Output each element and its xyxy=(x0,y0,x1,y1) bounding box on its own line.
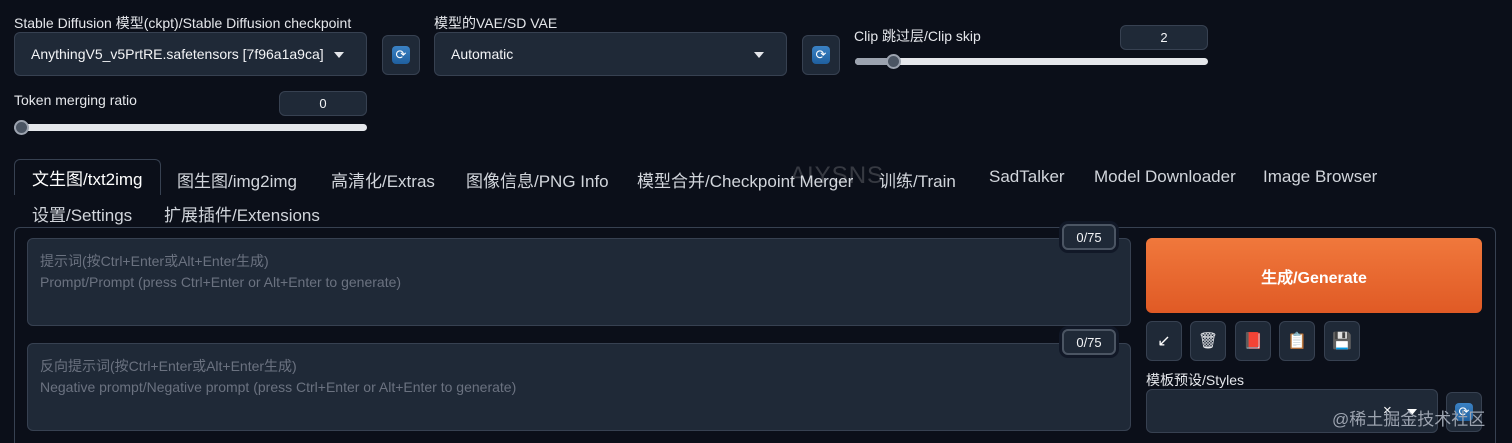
styles-label: 模板预设/Styles xyxy=(1146,372,1245,388)
checkpoint-label: Stable Diffusion 模型(ckpt)/Stable Diffusi… xyxy=(14,15,352,31)
tab-sadtalker[interactable]: SadTalker xyxy=(989,167,1065,187)
checkpoint-dropdown[interactable]: AnythingV5_v5PrtRE.safetensors [7f96a1a9… xyxy=(14,32,367,76)
vae-value: Automatic xyxy=(451,46,514,62)
checkpoint-value: AnythingV5_v5PrtRE.safetensors [7f96a1a9… xyxy=(31,46,324,62)
token-merging-slider[interactable] xyxy=(14,120,367,135)
tab-extras[interactable]: 高清化/Extras xyxy=(331,167,435,192)
negative-prompt-placeholder-line1: 反向提示词(按Ctrl+Enter或Alt+Enter生成) xyxy=(40,358,297,374)
negative-prompt-placeholder-line2: Negative prompt/Negative prompt (press C… xyxy=(40,379,517,395)
prompt-placeholder-line1: 提示词(按Ctrl+Enter或Alt+Enter生成) xyxy=(40,253,269,269)
save-icon: 💾 xyxy=(1332,333,1352,350)
token-merging-slider-thumb[interactable] xyxy=(14,120,29,135)
clipboard-icon: 📋 xyxy=(1287,333,1307,350)
vae-refresh-button[interactable]: ⟳ xyxy=(802,35,840,75)
prompt-token-counter: 0/75 xyxy=(1062,224,1116,250)
arrow-down-left-icon: ↙ xyxy=(1157,333,1171,350)
clear-prompt-button[interactable]: 🗑 xyxy=(1190,321,1226,361)
extra-networks-button[interactable]: 📕 xyxy=(1235,321,1271,361)
tab-train[interactable]: 训练/Train xyxy=(879,167,956,192)
book-icon: 📕 xyxy=(1243,333,1263,350)
tab-settings[interactable]: 设置/Settings xyxy=(32,201,132,226)
apply-style-button[interactable]: 📋 xyxy=(1279,321,1315,361)
watermark: AIYSNS xyxy=(790,162,885,189)
clip-skip-label: Clip 跳过层/Clip skip xyxy=(854,28,981,44)
tab-extensions[interactable]: 扩展插件/Extensions xyxy=(164,201,320,226)
site-watermark: @稀土掘金技术社区 xyxy=(1332,410,1486,429)
tab-txt2img[interactable]: 文生图/txt2img xyxy=(14,159,161,195)
negative-prompt-textarea[interactable]: 反向提示词(按Ctrl+Enter或Alt+Enter生成) Negative … xyxy=(27,343,1131,431)
refresh-icon: ⟳ xyxy=(392,46,410,64)
clip-skip-slider-thumb[interactable] xyxy=(886,54,901,69)
prompt-placeholder-line2: Prompt/Prompt (press Ctrl+Enter or Alt+E… xyxy=(40,274,402,290)
vae-dropdown[interactable]: Automatic xyxy=(434,32,787,76)
chevron-down-icon xyxy=(754,52,764,58)
chevron-down-icon xyxy=(334,52,344,58)
prompt-textarea[interactable]: 提示词(按Ctrl+Enter或Alt+Enter生成) Prompt/Prom… xyxy=(27,238,1131,326)
paste-params-button[interactable]: ↙ xyxy=(1146,321,1182,361)
clip-skip-number-input[interactable]: 2 xyxy=(1120,25,1208,50)
checkpoint-refresh-button[interactable]: ⟳ xyxy=(382,35,420,75)
tab-png-info[interactable]: 图像信息/PNG Info xyxy=(466,167,609,192)
clip-skip-slider[interactable] xyxy=(855,54,1208,69)
negative-prompt-token-counter: 0/75 xyxy=(1062,329,1116,355)
trash-icon: 🗑 xyxy=(1197,333,1219,350)
tab-image-browser[interactable]: Image Browser xyxy=(1263,167,1377,187)
tab-model-downloader[interactable]: Model Downloader xyxy=(1094,167,1236,187)
token-merging-label: Token merging ratio xyxy=(14,92,137,108)
tab-img2img[interactable]: 图生图/img2img xyxy=(177,167,297,192)
token-merging-number-input[interactable]: 0 xyxy=(279,91,367,116)
save-style-button[interactable]: 💾 xyxy=(1324,321,1360,361)
generate-button[interactable]: 生成/Generate xyxy=(1146,238,1482,313)
refresh-icon: ⟳ xyxy=(812,46,830,64)
vae-label: 模型的VAE/SD VAE xyxy=(434,15,558,31)
